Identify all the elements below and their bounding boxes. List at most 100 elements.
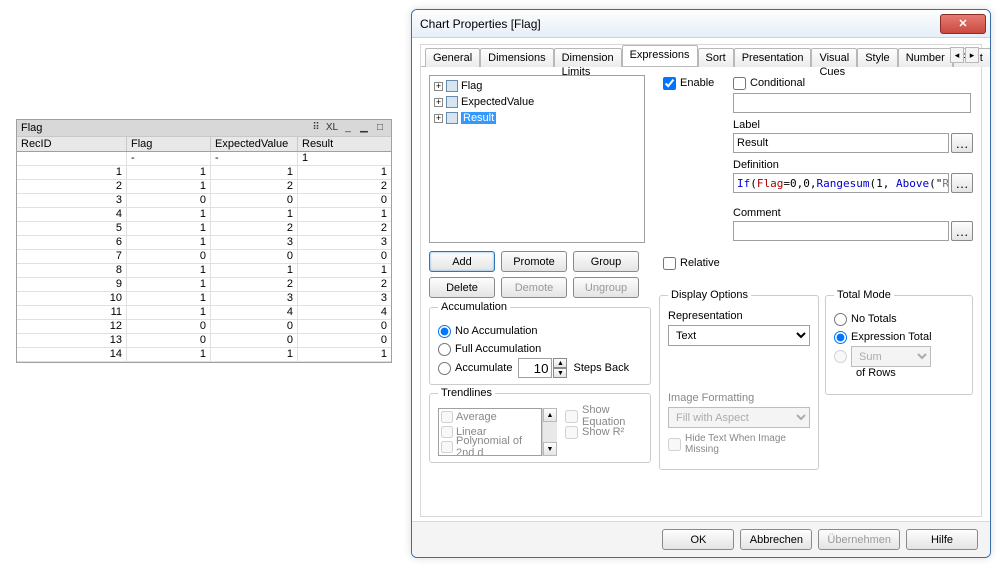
tab-visual-cues[interactable]: Visual Cues [811, 48, 857, 67]
total-expression[interactable]: Expression Total [834, 328, 964, 346]
table-row[interactable]: 12000 [17, 320, 391, 334]
label-input[interactable] [733, 133, 949, 153]
trendline-item[interactable]: Average [439, 409, 541, 424]
table-row[interactable]: 9122 [17, 278, 391, 292]
total-sum[interactable] [834, 348, 847, 366]
scroll-down-icon[interactable]: ▼ [543, 442, 557, 456]
hide-text-checkbox[interactable]: Hide Text When Image Missing [668, 436, 810, 452]
ok-button[interactable]: OK [662, 529, 734, 550]
trendlines-scrollbar[interactable]: ▲ ▼ [542, 408, 557, 456]
expr-icon [446, 80, 458, 92]
table-row[interactable]: 13000 [17, 334, 391, 348]
demote-button[interactable]: Demote [501, 277, 567, 298]
ungroup-button[interactable]: Ungroup [573, 277, 639, 298]
scroll-up-icon[interactable]: ▲ [543, 408, 557, 422]
cancel-button[interactable]: Abbrechen [740, 529, 812, 550]
dialog-title: Chart Properties [Flag] [420, 17, 541, 31]
table-row[interactable]: 1111 [17, 166, 391, 180]
expand-icon[interactable]: + [434, 82, 443, 91]
table-row[interactable]: 5122 [17, 222, 391, 236]
flag-table-titlebar[interactable]: Flag ⠿ XL _ ▁ □ [17, 120, 391, 136]
enable-label: Enable [680, 77, 714, 89]
dialog-footer: OK Abbrechen Übernehmen Hilfe [412, 521, 990, 557]
restore-icon[interactable]: □ [373, 121, 387, 135]
tab-bar: GeneralDimensionsDimension LimitsExpress… [421, 45, 981, 67]
table-row[interactable]: 3000 [17, 194, 391, 208]
totalmode-legend: Total Mode [834, 289, 894, 301]
table-row[interactable]: 14111 [17, 348, 391, 362]
definition-input[interactable]: If(Flag=0,0,Rangesum(1, Above("Result"))… [733, 173, 949, 193]
tree-node[interactable]: +Result [432, 110, 642, 126]
enable-checkbox[interactable]: Enable [663, 75, 714, 91]
relative-checkbox-input[interactable] [663, 257, 676, 270]
total-sum-select: Sum [851, 346, 931, 367]
label-edit-button[interactable]: … [951, 133, 973, 153]
col-expected[interactable]: ExpectedValue [211, 137, 298, 151]
spin-up-icon[interactable]: ▲ [553, 358, 567, 368]
comment-caption: Comment [733, 207, 781, 219]
conditional-label: Conditional [750, 77, 805, 89]
comment-input[interactable] [733, 221, 949, 241]
show-equation-checkbox[interactable]: Show Equation [565, 408, 642, 424]
xl-icon[interactable]: XL [325, 121, 339, 135]
expand-icon[interactable]: + [434, 114, 443, 123]
underscore-icon[interactable]: _ [341, 121, 355, 135]
tab-dimension-limits[interactable]: Dimension Limits [554, 48, 622, 67]
add-button[interactable]: Add [429, 251, 495, 272]
tab-sort[interactable]: Sort [698, 48, 734, 67]
flag-table-window: Flag ⠿ XL _ ▁ □ RecID Flag ExpectedValue… [16, 119, 392, 363]
expression-tree[interactable]: +Flag+ExpectedValue+Result [429, 75, 645, 243]
accum-full[interactable]: Full Accumulation [438, 340, 642, 358]
dialog-titlebar[interactable]: Chart Properties [Flag] ✕ [412, 10, 990, 38]
tab-scroll-right[interactable]: ▸ [965, 47, 979, 63]
promote-button[interactable]: Promote [501, 251, 567, 272]
minimize-icon[interactable]: ▁ [357, 121, 371, 135]
help-button[interactable]: Hilfe [906, 529, 978, 550]
table-row[interactable]: 8111 [17, 264, 391, 278]
spin-down-icon[interactable]: ▼ [553, 368, 567, 378]
table-row[interactable]: 4111 [17, 208, 391, 222]
group-button[interactable]: Group [573, 251, 639, 272]
total-mode-group: Total Mode No Totals Expression Total Su… [825, 295, 973, 395]
total-none[interactable]: No Totals [834, 310, 964, 328]
table-header[interactable]: RecID Flag ExpectedValue Result [17, 136, 391, 152]
close-icon: ✕ [958, 17, 967, 30]
representation-select[interactable]: Text [668, 325, 810, 346]
table-row[interactable]: 2122 [17, 180, 391, 194]
definition-edit-button[interactable]: … [951, 173, 973, 193]
conditional-checkbox[interactable]: Conditional [733, 75, 805, 91]
col-flag[interactable]: Flag [127, 137, 211, 151]
tree-node[interactable]: +Flag [432, 78, 642, 94]
col-result[interactable]: Result [298, 137, 391, 151]
trendline-item[interactable]: Polynomial of 2nd d [439, 439, 541, 454]
table-row[interactable]: 10133 [17, 292, 391, 306]
tab-expressions[interactable]: Expressions [622, 45, 698, 66]
table-icon[interactable]: ⠿ [309, 121, 323, 135]
table-row[interactable]: 6133 [17, 236, 391, 250]
accumulation-legend: Accumulation [438, 301, 510, 313]
tree-node[interactable]: +ExpectedValue [432, 94, 642, 110]
accum-steps[interactable]: Accumulate [438, 359, 512, 377]
tab-general[interactable]: General [425, 48, 480, 67]
col-recid[interactable]: RecID [17, 137, 127, 151]
tab-presentation[interactable]: Presentation [734, 48, 812, 67]
conditional-input[interactable] [733, 93, 971, 113]
accum-none[interactable]: No Accumulation [438, 322, 642, 340]
steps-back-spinner[interactable]: ▲▼ [518, 358, 567, 378]
trendlines-list[interactable]: AverageLinearPolynomial of 2nd d [438, 408, 542, 456]
relative-checkbox[interactable]: Relative [663, 255, 720, 271]
close-button[interactable]: ✕ [940, 14, 986, 34]
label-caption: Label [733, 119, 760, 131]
table-row[interactable]: 7000 [17, 250, 391, 264]
enable-checkbox-input[interactable] [663, 77, 676, 90]
tab-number[interactable]: Number [898, 48, 953, 67]
table-row[interactable]: 11144 [17, 306, 391, 320]
delete-button[interactable]: Delete [429, 277, 495, 298]
comment-edit-button[interactable]: … [951, 221, 973, 241]
conditional-checkbox-input[interactable] [733, 77, 746, 90]
tab-dimensions[interactable]: Dimensions [480, 48, 553, 67]
tab-style[interactable]: Style [857, 48, 897, 67]
expand-icon[interactable]: + [434, 98, 443, 107]
apply-button[interactable]: Übernehmen [818, 529, 900, 550]
tab-scroll-left[interactable]: ◂ [950, 47, 964, 63]
